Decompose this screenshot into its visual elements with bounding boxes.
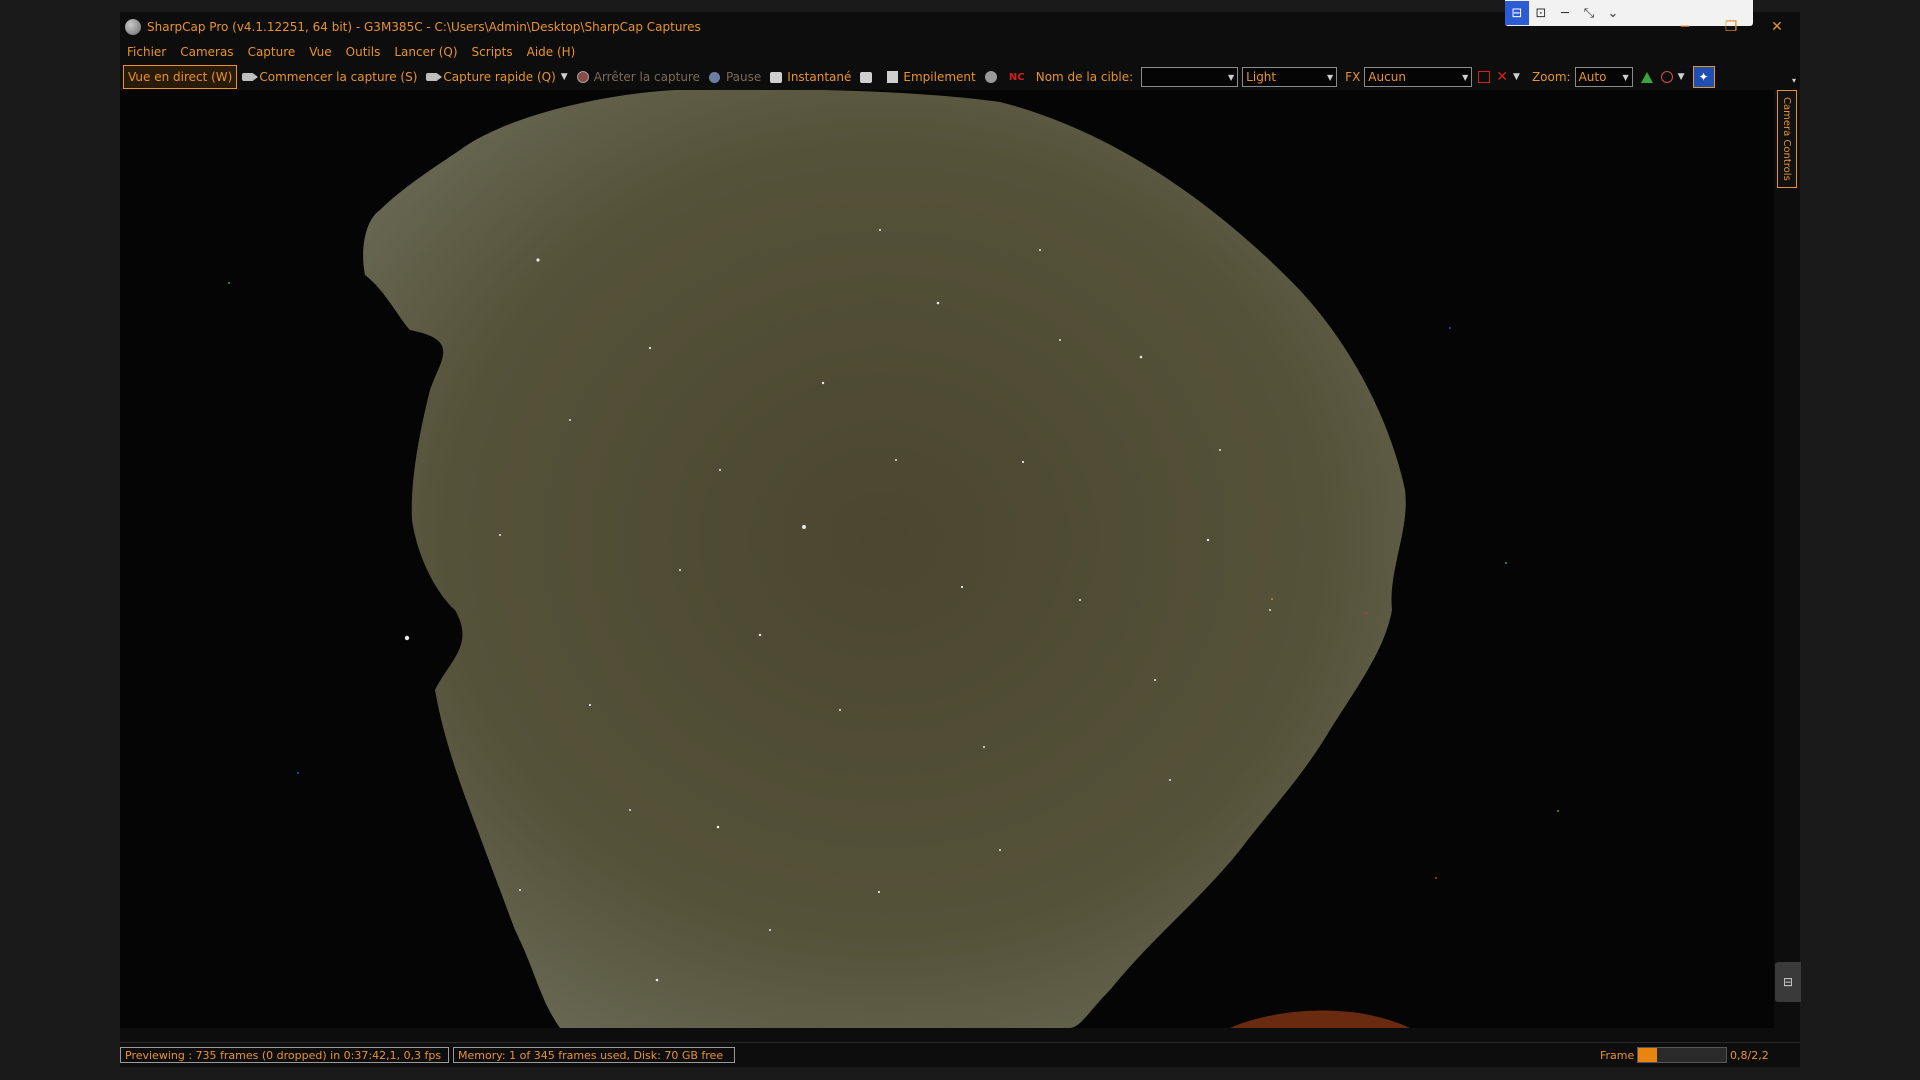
quick-capture-button[interactable]: Capture rapide (Q) ▼ <box>421 66 571 88</box>
snapshot-button[interactable]: Instantané <box>765 66 855 88</box>
display-settings-button[interactable] <box>855 66 881 88</box>
menu-aide[interactable]: Aide (H) <box>520 45 583 59</box>
reticle-icon[interactable]: ✕ <box>1496 69 1508 85</box>
menu-vue[interactable]: Vue <box>302 45 338 59</box>
focus-assist-icon[interactable] <box>1660 71 1673 83</box>
window-title: SharpCap Pro (v4.1.12251, 64 bit) - G3M3… <box>147 20 701 34</box>
live-stack-button[interactable] <box>980 66 1006 88</box>
dropdown-arrow-icon: ▼ <box>1228 72 1235 82</box>
target-name-select[interactable]: ▼ <box>1141 67 1239 87</box>
target-name-label: Nom de la cible: <box>1035 70 1134 84</box>
zoom-label: Zoom: <box>1531 70 1571 84</box>
fx-value: Aucun <box>1368 70 1406 84</box>
start-capture-button[interactable]: Commencer la capture (S) <box>237 66 421 88</box>
frame-rate: 0,8/2,2 <box>1730 1049 1769 1062</box>
polar-align-icon[interactable]: ✦ <box>1692 66 1715 88</box>
stop-icon <box>576 71 590 83</box>
close-button[interactable]: ✕ <box>1754 12 1800 42</box>
live-view-button[interactable]: Vue en direct (W) <box>123 65 238 89</box>
display-icon <box>859 71 873 83</box>
pin-icon[interactable]: ▾ <box>1792 76 1796 85</box>
sky-image <box>120 90 1774 1028</box>
zoom-value: Auto <box>1578 70 1607 84</box>
menu-fichier[interactable]: Fichier <box>120 45 173 59</box>
no-guiding-icon: NC <box>1008 71 1025 83</box>
fx-select[interactable]: Aucun ▼ <box>1364 67 1473 87</box>
frame-type-value: Light <box>1246 70 1277 84</box>
remote-dock-icon[interactable]: ⊟ <box>1775 962 1801 1002</box>
stacking-label: Empilement <box>903 70 976 84</box>
chevron-down-icon[interactable]: ▼ <box>1513 72 1520 82</box>
camera-controls-label: Camera Controls <box>1781 97 1792 181</box>
chevron-down-icon[interactable]: ▼ <box>561 72 568 82</box>
sharpcap-app-icon <box>125 19 141 35</box>
dropdown-arrow-icon: ▼ <box>1462 72 1469 82</box>
status-bar: Previewing : 735 frames (0 dropped) in 0… <box>120 1042 1800 1067</box>
toolbar: Vue en direct (W) Commencer la capture (… <box>120 64 1800 90</box>
minimize-icon[interactable]: ─ <box>1553 1 1577 25</box>
dropdown-arrow-icon: ▼ <box>1622 72 1629 82</box>
chevron-down-icon[interactable]: ⌄ <box>1601 1 1625 25</box>
restore-button[interactable]: ❐ <box>1708 12 1754 42</box>
stop-capture-label: Arrêter la capture <box>593 70 700 84</box>
pause-label: Pause <box>725 70 762 84</box>
menu-cameras[interactable]: Cameras <box>173 45 240 59</box>
zoom-select[interactable]: Auto ▼ <box>1574 67 1633 87</box>
menu-scripts[interactable]: Scripts <box>465 45 520 59</box>
pause-button[interactable]: Pause <box>704 66 765 88</box>
no-guiding-button[interactable]: NC <box>1006 66 1032 88</box>
camera-controls-tab[interactable]: Camera Controls <box>1777 90 1797 188</box>
snapshot-icon <box>769 71 783 83</box>
menu-capture[interactable]: Capture <box>241 45 303 59</box>
window-controls: ─ ❐ ✕ <box>1662 12 1800 42</box>
shrink-icon[interactable]: ⤡ <box>1577 1 1601 25</box>
remote-icon[interactable]: ⊟ <box>1505 1 1529 25</box>
dropdown-arrow-icon: ▼ <box>1327 72 1334 82</box>
menu-lancer[interactable]: Lancer (Q) <box>387 45 464 59</box>
frame-type-select[interactable]: Light ▼ <box>1242 67 1338 87</box>
fx-label: FX <box>1345 70 1361 84</box>
menu-bar: Fichier Cameras Capture Vue Outils Lance… <box>120 42 582 62</box>
quick-capture-label: Capture rapide (Q) <box>443 70 556 84</box>
memory-status: Memory: 1 of 345 frames used, Disk: 70 G… <box>453 1047 735 1063</box>
start-capture-label: Commencer la capture (S) <box>259 70 418 84</box>
selection-area-icon[interactable] <box>1478 71 1491 83</box>
sharpcap-window: SharpCap Pro (v4.1.12251, 64 bit) - G3M3… <box>120 0 1801 1067</box>
camera-icon <box>425 71 443 83</box>
live-stack-icon <box>984 71 998 83</box>
stack-icon <box>885 71 899 83</box>
preview-status: Previewing : 735 frames (0 dropped) in 0… <box>120 1047 449 1063</box>
frame-progress-fill <box>1638 1048 1658 1062</box>
title-bar: SharpCap Pro (v4.1.12251, 64 bit) - G3M3… <box>120 0 1800 42</box>
camera-preview[interactable] <box>120 90 1774 1028</box>
snapshot-label: Instantané <box>787 70 852 84</box>
monitor-icon[interactable]: ⊡ <box>1529 1 1553 25</box>
frame-progress-bar <box>1637 1047 1727 1063</box>
chevron-down-icon[interactable]: ▼ <box>1678 72 1685 82</box>
menu-outils[interactable]: Outils <box>339 45 388 59</box>
stacking-button[interactable]: Empilement <box>881 66 979 88</box>
stop-capture-button[interactable]: Arrêter la capture <box>572 66 704 88</box>
frame-label: Frame : <box>1600 1049 1642 1062</box>
camera-icon <box>241 71 259 83</box>
minimize-button[interactable]: ─ <box>1662 12 1708 42</box>
pause-icon <box>708 71 722 83</box>
histogram-icon[interactable] <box>1640 71 1653 83</box>
